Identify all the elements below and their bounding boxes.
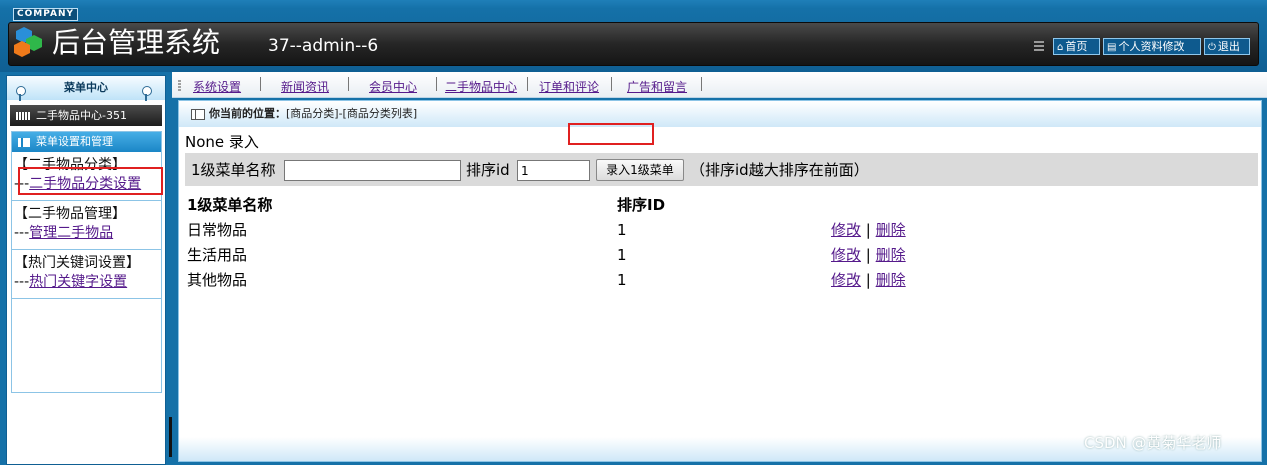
none-entry-text: None 录入 — [185, 133, 259, 151]
group-link-row: ---热门关键字设置 — [14, 272, 161, 292]
sidebar-frame: 菜单中心 二手物品中心-351 菜单设置和管理 【二手物品分类】 ---二手物品… — [6, 75, 166, 465]
table-cell-name: 生活用品 — [187, 246, 248, 264]
menu-center-label: 菜单中心 — [64, 81, 108, 94]
action-separator: | — [865, 271, 871, 289]
grid-icon — [16, 112, 30, 120]
nav-divider — [611, 77, 612, 91]
window-icon — [191, 109, 205, 120]
delete-link[interactable]: 删除 — [876, 221, 906, 239]
sidebar: 菜单中心 二手物品中心-351 菜单设置和管理 【二手物品分类】 ---二手物品… — [0, 72, 172, 465]
group-title: 【热门关键词设置】 — [14, 255, 140, 271]
company-badge: COMPANY — [13, 8, 78, 21]
table-row-actions: 修改 | 删除 — [831, 245, 906, 265]
main-panel: 你当前的位置：[商品分类]-[商品分类列表] None 录入 1级菜单名称 排序… — [178, 100, 1262, 462]
link-prefix: --- — [14, 225, 30, 241]
nav-divider — [701, 77, 702, 91]
add-menu-button[interactable]: 录入1级菜单 — [596, 159, 684, 181]
delete-link[interactable]: 删除 — [876, 271, 906, 289]
sidebar-group: 【热门关键词设置】 ---热门关键字设置 — [12, 250, 161, 299]
edit-link[interactable]: 修改 — [831, 221, 861, 239]
sidebar-group: 【二手物品管理】 ---管理二手物品 — [12, 201, 161, 250]
document-icon: ▤ — [1107, 42, 1117, 53]
user-info: 37--admin--6 — [268, 36, 379, 56]
action-separator: | — [865, 221, 871, 239]
profile-button[interactable]: ▤ 个人资料修改 — [1103, 38, 1201, 55]
profile-label: 个人资料修改 — [1118, 40, 1185, 53]
sidebar-item-hot-keywords[interactable]: 热门关键字设置 — [29, 274, 127, 290]
delete-link[interactable]: 删除 — [876, 246, 906, 264]
nav-divider — [436, 77, 437, 91]
table-cell-sort: 1 — [617, 271, 627, 289]
table-cell-name: 日常物品 — [187, 221, 248, 239]
table-cell-sort: 1 — [617, 246, 627, 264]
highlight-annotation — [568, 123, 654, 145]
table-row-actions: 修改 | 删除 — [831, 270, 906, 290]
nav-members[interactable]: 会员中心 — [369, 80, 417, 94]
sort-label: 排序id — [466, 161, 510, 179]
table-cell-sort: 1 — [617, 221, 627, 239]
highlight-annotation — [18, 167, 163, 195]
sidebar-section-bar[interactable]: 二手物品中心-351 — [10, 105, 162, 126]
nav-orders[interactable]: 订单和评论 — [539, 80, 599, 94]
menu-name-input[interactable] — [284, 160, 461, 181]
cubes-logo-icon — [14, 27, 42, 57]
header-banner: COMPANY 后台管理系统 37--admin--6 ⌂ 首页 ▤ 个人资料修改 … — [0, 0, 1267, 72]
nav-news[interactable]: 新闻资讯 — [281, 80, 329, 94]
edit-link[interactable]: 修改 — [831, 271, 861, 289]
home-icon: ⌂ — [1057, 42, 1064, 53]
column-header-sort: 排序ID — [617, 196, 666, 214]
pin-icon — [141, 86, 152, 101]
nav-system-settings[interactable]: 系统设置 — [193, 80, 241, 94]
logout-button[interactable]: ⏻ 退出 — [1204, 38, 1250, 55]
logout-label: 退出 — [1217, 40, 1240, 53]
menu-settings-label: 菜单设置和管理 — [36, 135, 113, 148]
home-button[interactable]: ⌂ 首页 — [1053, 38, 1100, 55]
watermark: CSDN @黄菊华老师 — [1084, 434, 1222, 452]
book-icon — [18, 138, 30, 147]
system-title: 后台管理系统 — [52, 26, 221, 59]
sort-id-input[interactable] — [517, 160, 590, 181]
nav-secondhand-center[interactable]: 二手物品中心 — [445, 80, 517, 94]
table-cell-name: 其他物品 — [187, 271, 248, 289]
column-header-name: 1级菜单名称 — [187, 196, 273, 214]
nav-divider — [260, 77, 261, 91]
breadcrumb-label: 你当前的位置： — [209, 107, 286, 120]
sidebar-item-manage-items[interactable]: 管理二手物品 — [29, 225, 113, 241]
action-separator: | — [865, 246, 871, 264]
nav-divider — [348, 77, 349, 91]
list-icon — [1034, 41, 1044, 51]
breadcrumb: 你当前的位置：[商品分类]-[商品分类列表] — [179, 101, 1261, 127]
link-prefix: --- — [14, 274, 30, 290]
group-link-row: ---管理二手物品 — [14, 223, 161, 243]
nav-divider — [527, 77, 528, 91]
grip-icon — [178, 80, 181, 92]
pin-icon — [15, 86, 26, 101]
breadcrumb-path: [商品分类]-[商品分类列表] — [286, 107, 418, 120]
table-row-actions: 修改 | 删除 — [831, 220, 906, 240]
sidebar-section-label: 二手物品中心-351 — [36, 109, 127, 122]
group-title: 【二手物品管理】 — [14, 206, 126, 222]
add-menu-form: 1级菜单名称 排序id 录入1级菜单 （排序id越大排序在前面） — [185, 153, 1258, 186]
nav-ads[interactable]: 广告和留言 — [627, 80, 687, 94]
power-icon: ⏻ — [1208, 42, 1216, 53]
sort-hint: （排序id越大排序在前面） — [690, 161, 869, 179]
main-area: 你当前的位置：[商品分类]-[商品分类列表] None 录入 1级菜单名称 排序… — [172, 98, 1267, 465]
menu-settings-title: 菜单设置和管理 — [12, 132, 161, 152]
name-label: 1级菜单名称 — [191, 161, 276, 179]
edit-link[interactable]: 修改 — [831, 246, 861, 264]
top-nav: 系统设置 新闻资讯 会员中心 二手物品中心 订单和评论 广告和留言 — [172, 72, 1267, 98]
home-label: 首页 — [1065, 40, 1088, 53]
